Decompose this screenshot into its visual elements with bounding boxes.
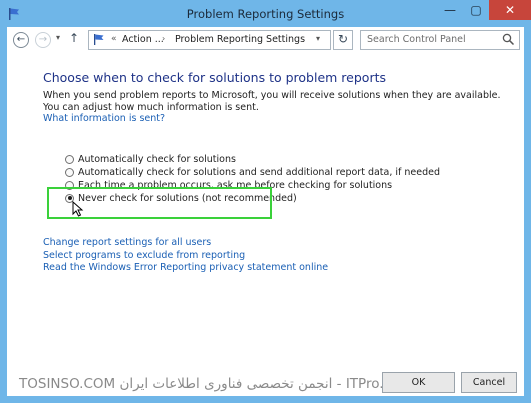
close-button[interactable]: ✕ [489, 0, 531, 20]
navigation-bar: ← → ▾ ↑ « Action ... › Problem Reporting… [7, 27, 524, 55]
control-panel-flag-icon [94, 34, 104, 45]
cancel-button[interactable]: Cancel [461, 372, 517, 393]
radio-auto-check-send-data[interactable] [65, 167, 74, 177]
refresh-button[interactable]: ↻ [333, 30, 353, 50]
ok-button[interactable]: OK [382, 372, 455, 393]
title-bar[interactable]: Problem Reporting Settings — ▢ ✕ [0, 0, 531, 27]
window-client: ← → ▾ ↑ « Action ... › Problem Reporting… [7, 27, 524, 396]
breadcrumb-problem-reporting-settings[interactable]: Problem Reporting Settings [175, 34, 305, 45]
address-bar[interactable]: « Action ... › Problem Reporting Setting… [88, 30, 331, 50]
exclude-programs-link[interactable]: Select programs to exclude from reportin… [43, 250, 328, 263]
recent-locations-button[interactable]: ▾ [56, 33, 60, 42]
radio-auto-check[interactable] [65, 154, 74, 164]
back-button[interactable]: ← [13, 32, 29, 48]
dialog-button-bar: TOSINSO.COM انجمن تخصصی فناوری اطلاعات ا… [7, 370, 524, 396]
search-input[interactable]: Search Control Panel [360, 30, 520, 50]
breadcrumb-separator[interactable]: › [162, 34, 165, 43]
mouse-cursor-icon [72, 201, 84, 217]
privacy-statement-link[interactable]: Read the Windows Error Reporting privacy… [43, 262, 328, 275]
watermark-text: TOSINSO.COM انجمن تخصصی فناوری اطلاعات ا… [19, 376, 393, 392]
page-description: When you send problem reports to Microso… [43, 90, 501, 113]
what-information-sent-link[interactable]: What information is sent? [43, 113, 165, 124]
option-label: Automatically check for solutions and se… [78, 166, 441, 178]
maximize-button[interactable]: ▢ [463, 0, 489, 20]
address-dropdown-button[interactable]: ▾ [316, 34, 320, 43]
window-frame: Problem Reporting Settings — ▢ ✕ ← → ▾ ↑… [0, 0, 531, 403]
search-icon[interactable] [502, 33, 515, 46]
minimize-button[interactable]: — [437, 0, 463, 20]
option-auto-check-send-data[interactable]: Automatically check for solutions and se… [65, 166, 440, 178]
breadcrumb-action-center[interactable]: Action ... [122, 34, 164, 45]
option-auto-check[interactable]: Automatically check for solutions [65, 153, 236, 165]
search-placeholder: Search Control Panel [367, 34, 466, 45]
up-button[interactable]: ↑ [69, 31, 79, 45]
page-title: Choose when to check for solutions to pr… [43, 70, 386, 85]
change-settings-all-users-link[interactable]: Change report settings for all users [43, 237, 328, 250]
forward-button[interactable]: → [35, 32, 51, 48]
related-links: Change report settings for all users Sel… [43, 237, 328, 275]
option-label: Automatically check for solutions [78, 153, 236, 165]
address-overflow-chevron[interactable]: « [111, 34, 117, 44]
